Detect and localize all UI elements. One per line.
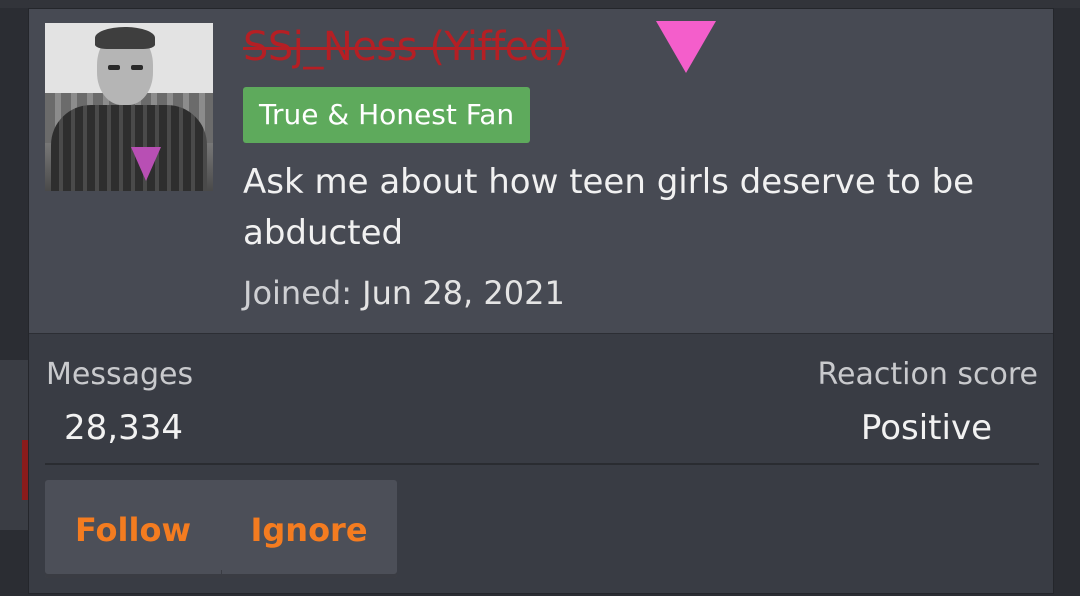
follow-button[interactable]: Follow — [45, 480, 221, 578]
pink-triangle-icon — [656, 21, 716, 73]
joined-label: Joined: — [243, 274, 352, 312]
joined-value: Jun 28, 2021 — [362, 274, 565, 312]
reaction-score-value: Positive — [860, 408, 992, 448]
reaction-score-label: Reaction score — [817, 357, 1038, 392]
member-header: SSj_Ness (Yiffed) True & Honest Fan Ask … — [29, 9, 1053, 334]
custom-status-text: Ask me about how teen girls deserve to b… — [243, 162, 975, 253]
ignore-button[interactable]: Ignore — [221, 480, 397, 578]
avatar-triangle-icon — [131, 147, 161, 181]
background-post-edge — [0, 360, 28, 530]
member-stats: Messages 28,334 Reaction score Positive — [29, 333, 1053, 463]
divider — [45, 463, 1039, 465]
messages-label: Messages — [46, 357, 194, 392]
joined-date: Joined: Jun 28, 2021 — [243, 269, 565, 317]
username-link[interactable]: SSj_Ness (Yiffed) — [243, 19, 569, 75]
user-title-badge: True & Honest Fan — [243, 87, 531, 143]
messages-value[interactable]: 28,334 — [64, 405, 183, 451]
member-actions: Follow Ignore — [45, 480, 397, 578]
background-page — [0, 0, 1080, 8]
avatar[interactable] — [45, 23, 213, 191]
button-separator — [221, 570, 222, 578]
member-tooltip-card: SSj_Ness (Yiffed) True & Honest Fan Ask … — [28, 8, 1054, 594]
